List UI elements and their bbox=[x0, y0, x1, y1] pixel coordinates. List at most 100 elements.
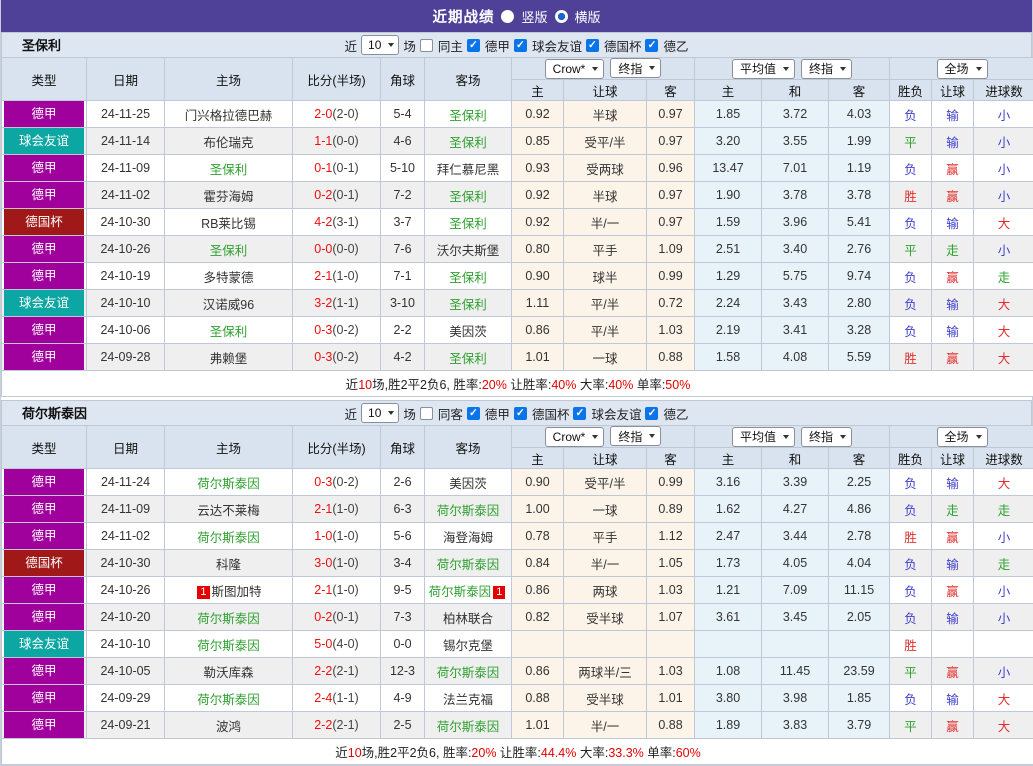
corner-score: 7-1 bbox=[381, 263, 425, 290]
result-goals: 走 bbox=[974, 496, 1033, 523]
result-goals: 大 bbox=[974, 344, 1033, 371]
team-name-text: 科隆 bbox=[216, 558, 241, 572]
odds-stage-select[interactable]: 终指 bbox=[610, 58, 661, 78]
avg-away: 1.99 bbox=[829, 128, 890, 155]
games-count-select[interactable]: 10 bbox=[361, 35, 399, 55]
league-filter-checkbox[interactable]: ✓ bbox=[645, 39, 658, 52]
result-goals: 大 bbox=[974, 685, 1033, 712]
result-handicap: 赢 bbox=[932, 182, 974, 209]
score: 0-3(0-2) bbox=[293, 317, 381, 344]
match-row: 德甲24-10-19多特蒙德2-1(1-0)7-1圣保利0.90球半0.991.… bbox=[2, 263, 1033, 290]
result-handicap: 赢 bbox=[932, 712, 974, 739]
match-row: 德甲24-10-26圣保利0-0(0-0)7-6沃尔夫斯堡0.80平手1.092… bbox=[2, 236, 1033, 263]
match-date: 24-10-10 bbox=[87, 631, 165, 658]
fulltime-select[interactable]: 全场 bbox=[937, 427, 988, 447]
result-text: 输 bbox=[946, 325, 959, 339]
result-text: 负 bbox=[904, 585, 917, 599]
league-filter-checkbox[interactable]: ✓ bbox=[467, 407, 480, 420]
result-wdl: 平 bbox=[890, 712, 932, 739]
handicap-line: 平/半 bbox=[564, 317, 647, 344]
chevron-down-icon bbox=[649, 66, 655, 70]
fulltime-select[interactable]: 全场 bbox=[937, 59, 988, 79]
result-goals: 小 bbox=[974, 101, 1033, 128]
fulltime-score: 2-1 bbox=[314, 583, 332, 597]
away-team: 法兰克福 bbox=[425, 685, 512, 712]
result-goals: 小 bbox=[974, 523, 1033, 550]
league-filter-checkbox[interactable]: ✓ bbox=[514, 39, 527, 52]
league-filter-label: 球会友谊 bbox=[591, 404, 641, 423]
league-badge: 德甲 bbox=[4, 523, 84, 549]
match-type: 德甲 bbox=[2, 263, 87, 290]
col-avg-away: 客 bbox=[829, 448, 890, 469]
result-text: 负 bbox=[904, 477, 917, 491]
avg-stage-select[interactable]: 终指 bbox=[801, 59, 852, 79]
games-unit-label: 场 bbox=[403, 36, 416, 55]
vertical-layout-radio[interactable] bbox=[501, 10, 514, 23]
match-date: 24-10-19 bbox=[87, 263, 165, 290]
col-home: 主场 bbox=[165, 426, 293, 469]
avg-draw: 3.72 bbox=[762, 101, 829, 128]
result-text: 平 bbox=[904, 136, 917, 150]
score: 5-0(4-0) bbox=[293, 631, 381, 658]
odds-away: 0.72 bbox=[647, 290, 695, 317]
chevron-down-icon bbox=[592, 435, 598, 439]
corner-score: 9-5 bbox=[381, 577, 425, 604]
match-row: 球会友谊24-11-14布伦瑞克1-1(0-0)4-6圣保利0.85受平/半0.… bbox=[2, 128, 1033, 155]
away-team: 圣保利 bbox=[425, 209, 512, 236]
odds-away: 1.01 bbox=[647, 685, 695, 712]
match-type: 德国杯 bbox=[2, 209, 87, 236]
league-filter-checkbox[interactable]: ✓ bbox=[514, 407, 527, 420]
league-badge: 德甲 bbox=[4, 712, 84, 738]
result-goals: 大 bbox=[974, 209, 1033, 236]
result-text: 赢 bbox=[946, 585, 959, 599]
avg-home: 1.21 bbox=[695, 577, 762, 604]
result-text: 小 bbox=[998, 136, 1011, 150]
same-venue-checkbox[interactable] bbox=[420, 39, 433, 52]
score: 1-0(1-0) bbox=[293, 523, 381, 550]
same-venue-checkbox[interactable] bbox=[420, 407, 433, 420]
score: 2-4(1-1) bbox=[293, 685, 381, 712]
odds-away: 0.99 bbox=[647, 263, 695, 290]
result-handicap: 输 bbox=[932, 550, 974, 577]
bookmaker-select[interactable]: Crow* bbox=[545, 59, 605, 79]
horizontal-layout-radio[interactable] bbox=[555, 10, 568, 23]
halftime-score: (1-0) bbox=[332, 583, 358, 597]
result-text: 小 bbox=[998, 109, 1011, 123]
corner-score: 2-6 bbox=[381, 469, 425, 496]
result-goals: 大 bbox=[974, 317, 1033, 344]
league-filter-checkbox[interactable]: ✓ bbox=[573, 407, 586, 420]
league-filter-checkbox[interactable]: ✓ bbox=[467, 39, 480, 52]
odds-away: 0.97 bbox=[647, 209, 695, 236]
home-team: 布伦瑞克 bbox=[165, 128, 293, 155]
horizontal-layout-label: 横版 bbox=[575, 7, 601, 26]
avg-away: 2.76 bbox=[829, 236, 890, 263]
league-filter-checkbox[interactable]: ✓ bbox=[645, 407, 658, 420]
league-filter-checkbox[interactable]: ✓ bbox=[586, 39, 599, 52]
avg-home: 13.47 bbox=[695, 155, 762, 182]
result-text: 小 bbox=[998, 666, 1011, 680]
score: 2-1(1-0) bbox=[293, 577, 381, 604]
fulltime-score: 3-2 bbox=[314, 296, 332, 310]
games-count-select[interactable]: 10 bbox=[361, 403, 399, 423]
away-team: 荷尔斯泰因 bbox=[425, 658, 512, 685]
result-text: 负 bbox=[904, 693, 917, 707]
col-corner: 角球 bbox=[381, 58, 425, 101]
match-type: 德甲 bbox=[2, 685, 87, 712]
col-type: 类型 bbox=[2, 58, 87, 101]
avg-draw: 4.27 bbox=[762, 496, 829, 523]
average-select[interactable]: 平均值 bbox=[732, 59, 795, 79]
odds-stage-select[interactable]: 终指 bbox=[610, 426, 661, 446]
match-date: 24-11-09 bbox=[87, 155, 165, 182]
team-name-text: 汉诺威96 bbox=[203, 298, 254, 312]
halftime-score: (2-1) bbox=[332, 718, 358, 732]
bookmaker-select[interactable]: Crow* bbox=[545, 427, 605, 447]
match-date: 24-10-30 bbox=[87, 209, 165, 236]
avg-away: 1.85 bbox=[829, 685, 890, 712]
avg-stage-select[interactable]: 终指 bbox=[801, 427, 852, 447]
result-handicap: 走 bbox=[932, 496, 974, 523]
result-goals: 走 bbox=[974, 550, 1033, 577]
average-select[interactable]: 平均值 bbox=[732, 427, 795, 447]
halftime-score: (0-2) bbox=[332, 350, 358, 364]
avg-draw: 3.96 bbox=[762, 209, 829, 236]
fulltime-score: 1-0 bbox=[314, 529, 332, 543]
